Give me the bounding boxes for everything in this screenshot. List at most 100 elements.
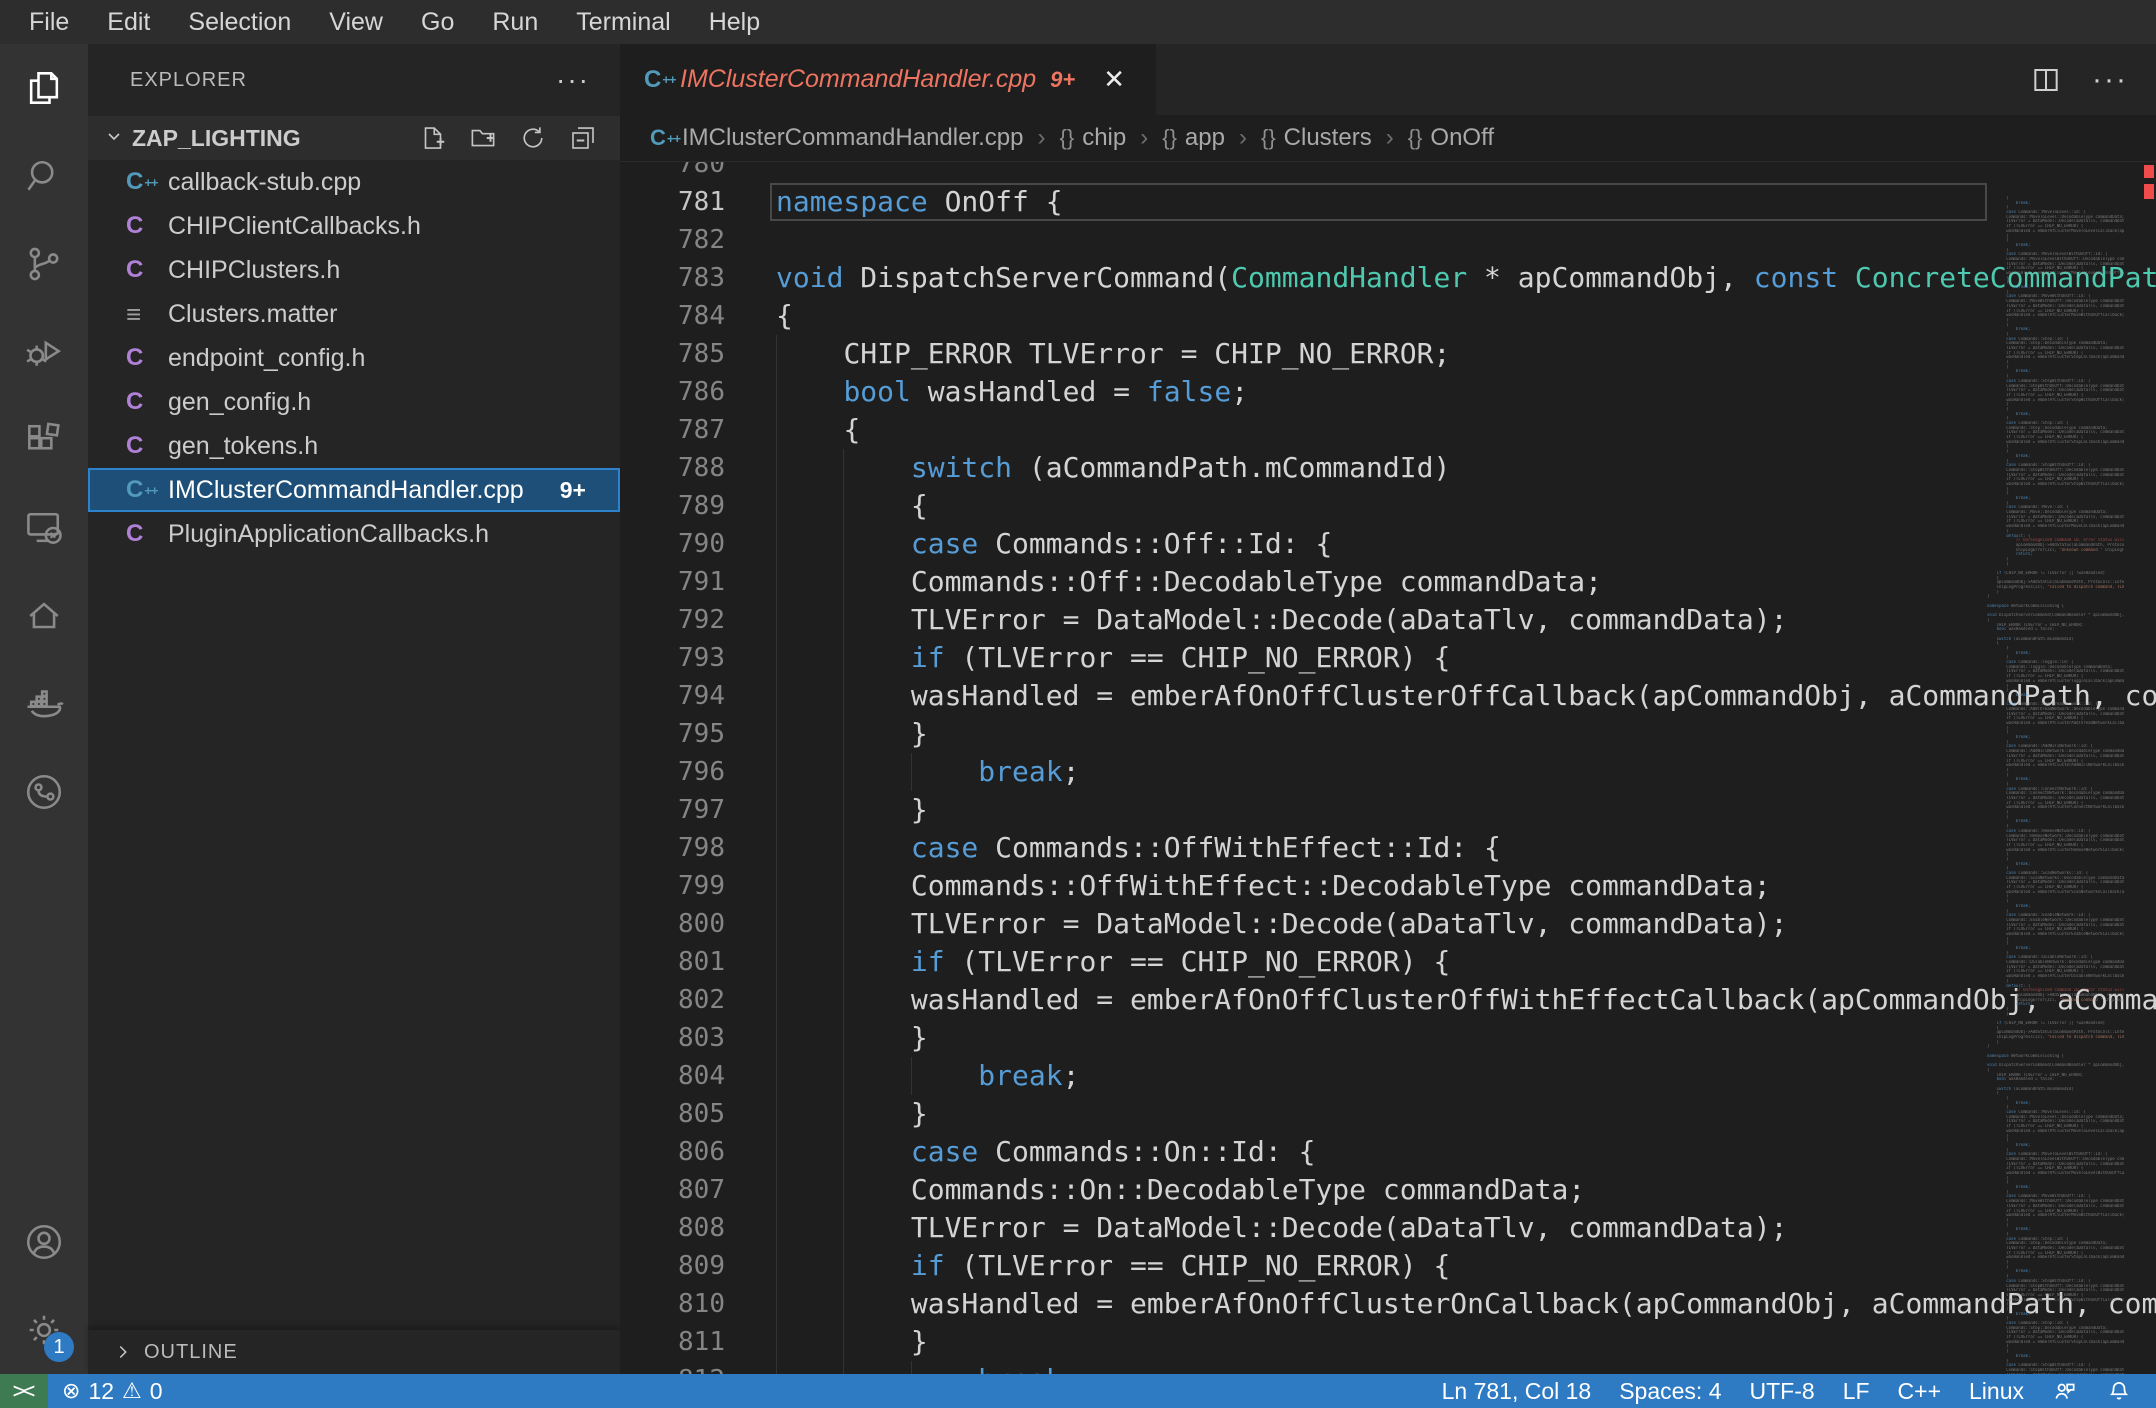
remote-os-status[interactable]: Linux (1955, 1374, 2038, 1408)
line-number: 800 (678, 909, 725, 939)
tab-close-icon[interactable]: ✕ (1103, 64, 1125, 95)
menu-item-file[interactable]: File (10, 0, 88, 44)
sidebar-title: EXPLORER (130, 68, 247, 91)
cursor-position-status[interactable]: Ln 781, Col 18 (1428, 1374, 1606, 1408)
line-number: 811 (678, 1327, 725, 1357)
source-control-icon[interactable] (0, 220, 88, 308)
indent-guide (843, 1057, 845, 1095)
code-line-790: 790 case Commands::Off::Id: { (620, 525, 2156, 563)
outline-section-header[interactable]: OUTLINE (88, 1330, 620, 1374)
file-item-callback-stub-cpp[interactable]: C ++ callback-stub.cpp (88, 160, 620, 204)
problems-status[interactable]: ⊗ 12 ⚠ 0 (48, 1374, 177, 1408)
menu-item-go[interactable]: Go (402, 0, 473, 44)
code-line-811: 811 } (620, 1323, 2156, 1361)
extensions-icon[interactable] (0, 396, 88, 484)
file-name: CHIPClusters.h (168, 255, 341, 284)
file-item-chipclientcallbacks-h[interactable]: C CHIPClientCallbacks.h (88, 204, 620, 248)
editor-more-actions-icon[interactable]: ··· (2092, 63, 2128, 97)
file-item-clusters-matter[interactable]: ≡ Clusters.matter (88, 292, 620, 336)
file-name: PluginApplicationCallbacks.h (168, 519, 490, 548)
tab-problems-badge: 9+ (1050, 66, 1076, 92)
indent-guide (776, 867, 777, 905)
code-line-797: 797 } (620, 791, 2156, 829)
indent-guide (843, 905, 845, 943)
minimap[interactable]: } break; } case Commands::MoveToLevel::I… (1987, 162, 2124, 1374)
git-graph-icon[interactable] (0, 748, 88, 836)
split-editor-icon[interactable] (2030, 64, 2062, 96)
file-item-pluginapplicationcallbacks-h[interactable]: C PluginApplicationCallbacks.h (88, 512, 620, 556)
menu-item-run[interactable]: Run (473, 0, 557, 44)
indent-guide (843, 791, 845, 829)
indent-guide (843, 981, 845, 1019)
new-file-icon[interactable] (418, 123, 448, 153)
line-number: 793 (678, 643, 725, 673)
collapse-all-icon[interactable] (568, 123, 598, 153)
line-number: 803 (678, 1023, 725, 1053)
warnings-count: 0 (149, 1377, 163, 1404)
menu-item-view[interactable]: View (310, 0, 402, 44)
indent-guide (843, 601, 845, 639)
feedback-icon[interactable] (2038, 1374, 2092, 1408)
indent-guide (843, 449, 845, 487)
indent-guide (776, 373, 777, 411)
menu-item-edit[interactable]: Edit (88, 0, 169, 44)
sidebar-more-actions-icon[interactable]: ··· (556, 66, 590, 94)
code-line-795: 795 } (620, 715, 2156, 753)
encoding-status[interactable]: UTF-8 (1736, 1374, 1829, 1408)
code-line-804: 804 break; (620, 1057, 2156, 1095)
search-icon[interactable] (0, 132, 88, 220)
breadcrumb-item-chip[interactable]: {} chip (1059, 124, 1126, 152)
menu-item-selection[interactable]: Selection (169, 0, 310, 44)
tab-imclustercommandhandler[interactable]: C ++ IMClusterCommandHandler.cpp 9+ ✕ (620, 44, 1156, 115)
file-item-chipclusters-h[interactable]: C CHIPClusters.h (88, 248, 620, 292)
run-debug-icon[interactable] (0, 308, 88, 396)
file-name: endpoint_config.h (168, 343, 366, 372)
activity-bar: 1 (0, 44, 88, 1374)
code-line-791: 791 Commands::Off::DecodableType command… (620, 563, 2156, 601)
indentation-status[interactable]: Spaces: 4 (1605, 1374, 1735, 1408)
menu-item-help[interactable]: Help (690, 0, 779, 44)
file-name: CHIPClientCallbacks.h (168, 211, 421, 240)
home-icon[interactable] (0, 572, 88, 660)
refresh-icon[interactable] (518, 123, 548, 153)
explorer-icon[interactable] (0, 44, 88, 132)
indent-guide (843, 1361, 845, 1374)
code-line-800: 800 TLVError = DataModel::Decode(aDataTl… (620, 905, 2156, 943)
file-item-endpoint-config-h[interactable]: Cendpoint_config.h (88, 336, 620, 380)
breadcrumb-item-imclustercommandhandler-cpp[interactable]: C ++ IMClusterCommandHandler.cpp (650, 124, 1023, 152)
line-number: 784 (678, 301, 725, 331)
folder-section-header[interactable]: ZAP_LIGHTING (88, 116, 620, 160)
line-number: 809 (678, 1251, 725, 1281)
status-bar: >< ⊗ 12 ⚠ 0 Ln 781, Col 18 Spaces: 4 UTF-8… (0, 1374, 2156, 1408)
remote-explorer-icon[interactable] (0, 484, 88, 572)
warnings-icon: ⚠ (122, 1378, 142, 1403)
settings-gear-icon[interactable]: 1 (0, 1286, 88, 1374)
breadcrumb-item-onoff[interactable]: {} OnOff (1408, 124, 1494, 152)
file-item-gen-config-h[interactable]: Cgen_config.h (88, 380, 620, 424)
code-line-805: 805 } (620, 1095, 2156, 1133)
docker-icon[interactable] (0, 660, 88, 748)
breadcrumb-item-app[interactable]: {} app (1162, 124, 1225, 152)
indent-guide (776, 1247, 777, 1285)
breadcrumb-item-clusters[interactable]: {} Clusters (1261, 124, 1372, 152)
language-mode-status[interactable]: C++ (1884, 1374, 1955, 1408)
file-item-gen-tokens-h[interactable]: Cgen_tokens.h (88, 424, 620, 468)
account-icon[interactable] (0, 1198, 88, 1286)
indent-guide (843, 829, 845, 867)
line-number: 785 (678, 339, 725, 369)
c-file-icon: C (126, 520, 144, 547)
line-number: 808 (678, 1213, 725, 1243)
code-editor[interactable]: 780 781 namespace OnOff {782 783 void Dispat… (620, 162, 2156, 1374)
notifications-bell-icon[interactable] (2092, 1374, 2146, 1408)
code-line-806: 806 case Commands::On::Id: { (620, 1133, 2156, 1171)
indent-guide (910, 753, 912, 791)
new-folder-icon[interactable] (468, 123, 498, 153)
remote-indicator[interactable]: >< (0, 1374, 48, 1408)
eol-status[interactable]: LF (1829, 1374, 1884, 1408)
overview-ruler[interactable] (2124, 162, 2156, 1374)
vscode-window: File Edit Selection View Go Run Terminal Help (0, 0, 2156, 1408)
c-file-icon: C (126, 432, 144, 459)
file-item-imclustercommandhandler-cpp[interactable]: C ++ IMClusterCommandHandler.cpp 9+ (88, 468, 620, 512)
error-mark (2144, 165, 2154, 178)
menu-item-terminal[interactable]: Terminal (557, 0, 689, 44)
